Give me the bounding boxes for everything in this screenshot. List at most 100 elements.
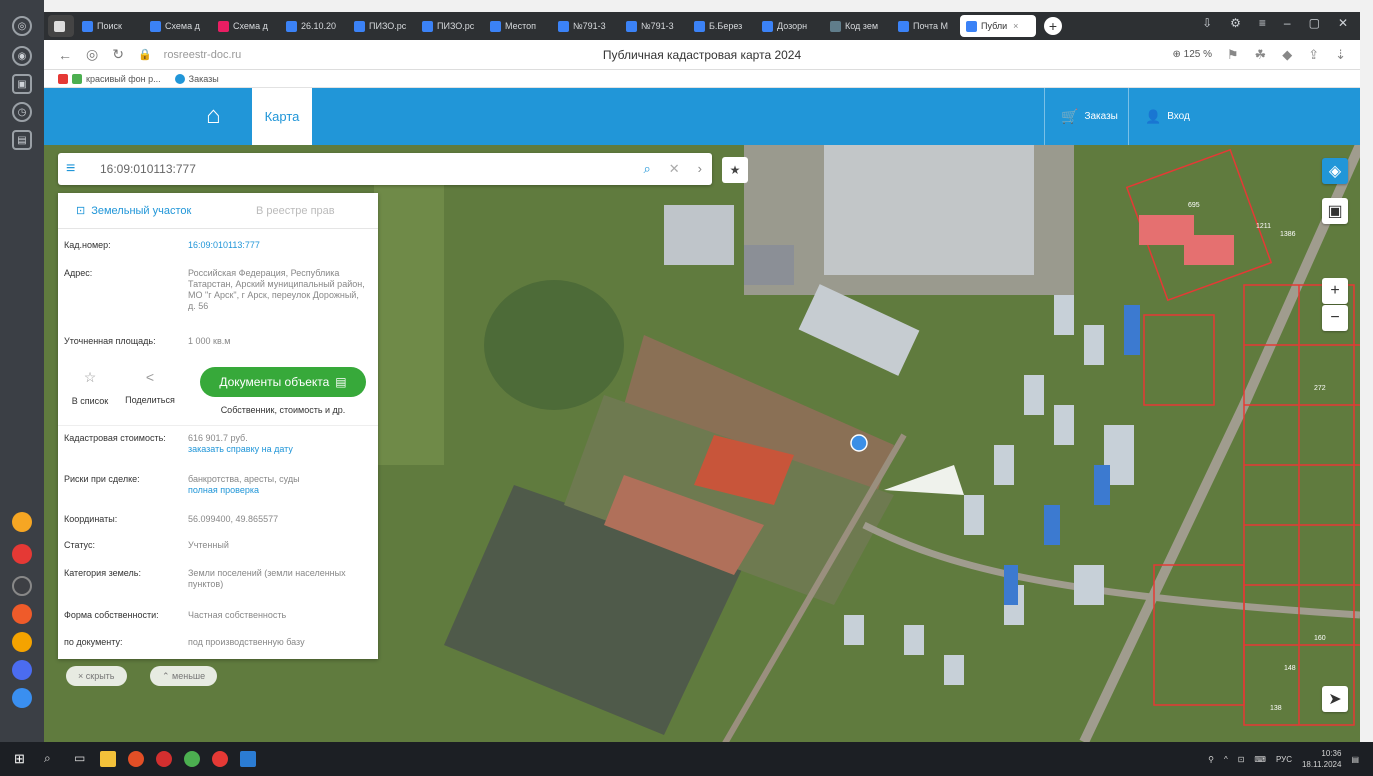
download-icon[interactable]: ⇣	[1335, 47, 1346, 63]
word-icon[interactable]	[240, 751, 256, 767]
browser-tab-active[interactable]: Публи ×	[960, 15, 1036, 37]
browser-tab[interactable]: Б.Берез	[688, 15, 754, 37]
plot-label[interactable]: 272	[1314, 385, 1326, 392]
sidebar-home-icon[interactable]: ◎	[12, 16, 32, 36]
plot-label[interactable]: 1211	[1256, 223, 1271, 230]
new-tab-button[interactable]: +	[1044, 17, 1062, 35]
yandex-icon[interactable]	[156, 751, 172, 767]
menu-icon[interactable]: ≡	[1259, 16, 1266, 30]
clear-icon[interactable]: ✕	[669, 161, 680, 177]
browser-tab[interactable]: Поиск	[76, 15, 142, 37]
close-window-icon[interactable]: ✕	[1338, 16, 1348, 30]
profile-icon[interactable]: ◆	[1282, 47, 1292, 63]
file-explorer-icon[interactable]	[100, 751, 116, 767]
browser-tab[interactable]: Местоп	[484, 15, 550, 37]
hide-panel-button[interactable]: × скрыть	[66, 666, 127, 686]
browser-menu-button[interactable]	[48, 15, 74, 37]
sidebar-video-icon[interactable]	[12, 544, 32, 564]
address-value: Российская Федерация, Республика Татарст…	[188, 268, 365, 311]
map-tab[interactable]: Карта	[252, 88, 312, 145]
language-indicator[interactable]: РУС	[1276, 755, 1292, 764]
plot-label[interactable]: 148	[1284, 665, 1296, 672]
back-icon[interactable]: ←	[58, 47, 72, 63]
chevron-right-icon[interactable]: ›	[698, 161, 702, 177]
sidebar-firefox-icon[interactable]	[12, 604, 32, 624]
downloads-icon[interactable]: ⇩	[1202, 16, 1212, 30]
browser-tab[interactable]: №791-3	[552, 15, 618, 37]
collapse-panel-button[interactable]: ⌃ меньше	[150, 666, 218, 686]
browser-tab[interactable]: Схема д	[144, 15, 210, 37]
tab-favicon	[558, 20, 569, 32]
bookmark-icon[interactable]: ⚑	[1227, 47, 1239, 63]
maximize-icon[interactable]: ▢	[1309, 16, 1320, 30]
zoom-out-button[interactable]: −	[1322, 305, 1348, 331]
tab-favicon	[626, 20, 637, 32]
search-taskbar-icon[interactable]: ⌕	[44, 751, 60, 767]
browser-tab[interactable]: Схема д	[212, 15, 278, 37]
keyboard-icon[interactable]: ⌨	[1254, 755, 1266, 764]
shield-icon[interactable]: ◎	[86, 46, 98, 63]
browser-tab[interactable]: Дозорн	[756, 15, 822, 37]
share-button[interactable]: < Поделиться	[120, 369, 180, 405]
chrome-icon[interactable]	[184, 751, 200, 767]
browser-tab[interactable]: ПИЗО.рс	[416, 15, 482, 37]
sidebar-mail-icon[interactable]	[12, 632, 32, 652]
notifications-icon[interactable]: ▤	[1351, 755, 1359, 764]
sidebar-messenger-icon[interactable]	[12, 660, 32, 680]
browser-tab[interactable]: Почта М	[892, 15, 958, 37]
search-icon[interactable]: ⌕	[643, 161, 650, 177]
share-icon[interactable]: ⇪	[1308, 47, 1319, 63]
browser-tab[interactable]: ПИЗО.рс	[348, 15, 414, 37]
sidebar-telegram-icon[interactable]	[12, 688, 32, 708]
search-input[interactable]: 16:09:010113:777	[100, 162, 196, 176]
browser-app-icon[interactable]	[128, 751, 144, 767]
zoom-in-button[interactable]: +	[1322, 278, 1348, 304]
task-view-icon[interactable]: ▭	[74, 751, 90, 767]
bookmark-item[interactable]: Заказы	[174, 73, 219, 84]
object-documents-button[interactable]: Документы объекта ▤	[200, 367, 366, 397]
clock[interactable]: 10:36 18.11.2024	[1302, 748, 1341, 770]
orders-button[interactable]: 🛒 Заказы	[1044, 88, 1128, 145]
order-certificate-link[interactable]: заказать справку на дату	[188, 444, 368, 455]
plot-label[interactable]: 160	[1314, 635, 1326, 642]
tab-rights-registry[interactable]: В реестре прав	[238, 193, 335, 228]
full-check-link[interactable]: полная проверка	[188, 485, 368, 496]
field-label: Кадастровая стоимость:	[64, 433, 166, 443]
windows-start-icon[interactable]: ⊞	[14, 751, 30, 767]
document-purpose-value: под производственную базу	[188, 637, 305, 647]
plot-label[interactable]: 1386	[1280, 231, 1296, 238]
minimize-icon[interactable]: –	[1284, 16, 1291, 30]
chevron-up-icon[interactable]: ^	[1224, 755, 1228, 764]
login-button[interactable]: 👤 Вход	[1128, 88, 1228, 145]
sidebar-bookmarks-icon[interactable]: ◉	[12, 46, 32, 66]
reload-icon[interactable]: ↻	[112, 46, 124, 63]
browser-tab[interactable]: Код зем	[824, 15, 890, 37]
person-icon[interactable]: ⚲	[1208, 755, 1214, 764]
sidebar-notes-icon[interactable]: ▤	[12, 130, 32, 150]
browser-tab[interactable]: 26.10.20	[280, 15, 346, 37]
locate-icon[interactable]: ➤	[1322, 686, 1348, 712]
zoom-level[interactable]: ⊕ 125 %	[1172, 49, 1212, 60]
cad-number-value[interactable]: 16:09:010113:777	[188, 240, 368, 251]
menu-hamburger-icon[interactable]: ≡	[66, 160, 86, 178]
tab-close-icon[interactable]: ×	[1013, 21, 1018, 31]
bookmark-item[interactable]: красивый фон р...	[58, 73, 161, 84]
plot-label[interactable]: 138	[1270, 705, 1282, 712]
browser-tab[interactable]: №791-3	[620, 15, 686, 37]
network-icon[interactable]: ⊡	[1238, 755, 1245, 764]
extensions-icon[interactable]: ⚙	[1230, 16, 1241, 30]
url-text[interactable]: rosreestr-doc.ru	[164, 49, 242, 61]
sidebar-app-icon[interactable]	[12, 512, 32, 532]
sidebar-calendar-icon[interactable]: ▣	[12, 74, 32, 94]
layers-icon[interactable]: ◈	[1322, 158, 1348, 184]
sidebar-circle-icon[interactable]	[12, 576, 32, 596]
plot-label[interactable]: 695	[1188, 202, 1200, 209]
sidebar-history-icon[interactable]: ◷	[12, 102, 32, 122]
favorite-star-button[interactable]: ★	[722, 157, 748, 183]
home-icon[interactable]: ⌂	[206, 102, 221, 130]
add-to-list-button[interactable]: ☆ В список	[66, 369, 114, 406]
fullscreen-icon[interactable]: ▣	[1322, 198, 1348, 224]
tab-land-plot[interactable]: ⊡ Земельный участок	[58, 193, 238, 228]
extension-icon[interactable]: ☘	[1255, 47, 1267, 63]
yandex-browser-icon[interactable]	[212, 751, 228, 767]
